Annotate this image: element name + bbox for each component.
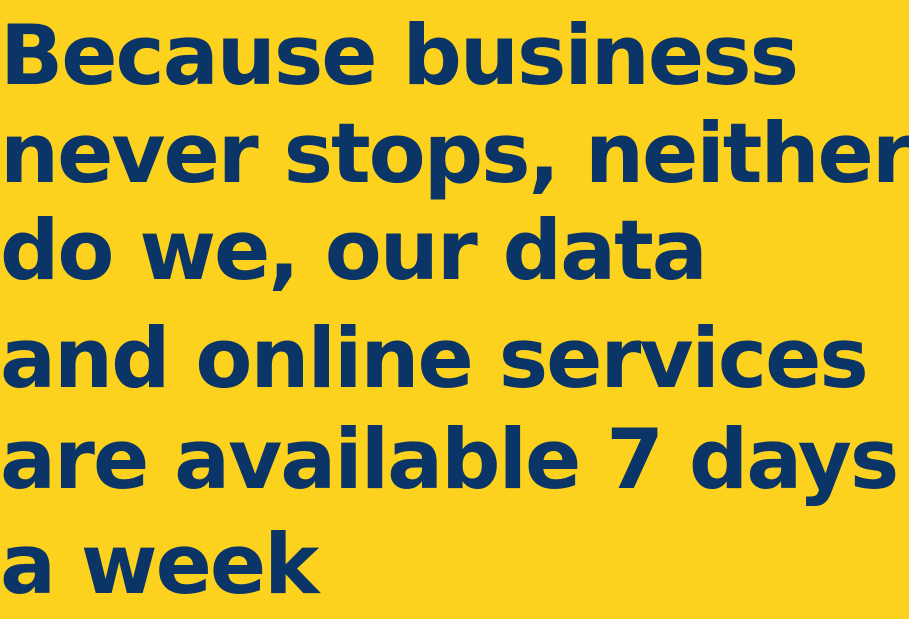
banner: Because business never stops, neither do… <box>0 0 909 619</box>
headline-line-1: Because business <box>0 7 799 104</box>
headline-line-4: and online services <box>0 310 869 407</box>
headline-line-5: are available 7 days <box>0 411 899 508</box>
headline-line-2: never stops, neither <box>0 105 909 202</box>
headline-line-6: a week <box>0 516 319 613</box>
headline-line-3: do we, our data <box>0 202 708 299</box>
